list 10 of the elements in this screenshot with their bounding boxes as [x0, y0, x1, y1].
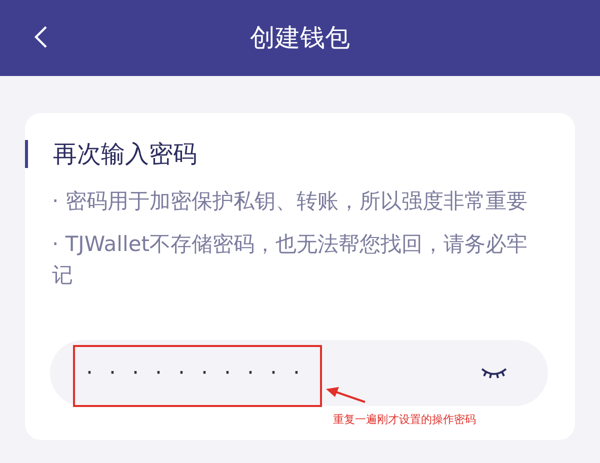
back-icon[interactable] [34, 25, 48, 49]
note-text: · 密码用于加密保护私钥、转账，所以强度非常重要 [52, 188, 528, 215]
note-text: · TJWallet不存储密码，也无法帮您找回，请务必牢记 [52, 231, 528, 289]
screen-title: 创建钱包 [250, 22, 350, 54]
section-title: 再次输入密码 [53, 139, 197, 170]
arrow [324, 386, 366, 404]
password-field[interactable]: ·········· [50, 340, 548, 406]
closed-eye-icon[interactable] [481, 366, 507, 380]
accent-bar [25, 140, 28, 168]
annotation-text: 重复一遍刚才设置的操作密码 [333, 412, 476, 428]
